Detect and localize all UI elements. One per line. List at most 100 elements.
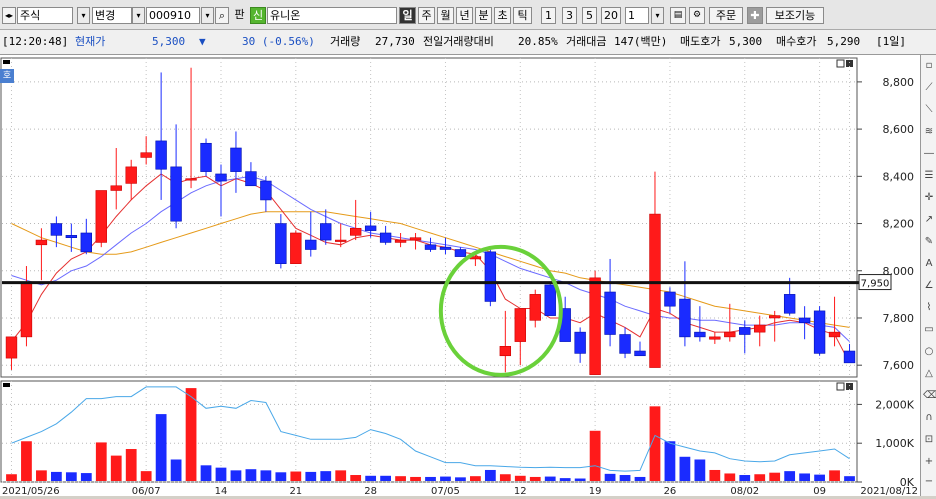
volume-bar [455,477,466,481]
volume-label: 거래량 [330,35,361,48]
chart-area[interactable]: 8,800 8,600 8,400 8,200 8,000 7,800 7,600 7,950… [0,55,920,497]
minus-tool-icon[interactable]: − [923,475,935,489]
candle-body [65,235,78,239]
price-tick-label: 7,800 [883,312,915,325]
interval-3-button[interactable]: 3 [562,7,577,24]
volume-bar [36,470,47,481]
ask-label: 매도호가 [680,35,721,48]
volume-bar [724,473,736,481]
change-arrow-icon: ▼ [199,35,206,48]
candle-body [185,178,197,181]
eraser-tool-icon[interactable]: ⌫ [923,389,936,403]
volume-bar [50,471,62,481]
candle-body [544,284,556,316]
lock-tool-icon[interactable]: ⊡ [923,433,935,447]
trend-tool-icon[interactable]: ⟍ [923,103,935,117]
period-tick-button[interactable]: 틱 [513,7,532,24]
period-month-button[interactable]: 월 [437,7,454,24]
settings-icon[interactable]: ⚙ [689,7,705,24]
maximize-icon [836,59,845,68]
candle-down [484,247,497,307]
price-tick-label: 8,400 [883,170,915,183]
interval-5-button[interactable]: 5 [582,7,597,24]
order-button[interactable]: 주문 [709,7,743,24]
candle-body [305,239,317,250]
chart-corner-tag[interactable]: 호 [0,69,14,83]
aux-function-button[interactable]: 보조기능 [766,7,824,24]
candle-body [649,213,661,368]
plus-tool-icon[interactable]: + [923,455,935,469]
candle-body [783,294,796,314]
magnet-tool-icon[interactable]: ∩ [923,411,935,425]
period-week-button[interactable]: 주 [418,7,435,24]
shin-badge[interactable]: 신 [250,7,266,24]
zigzag-tool-icon[interactable]: ⌇ [923,301,935,315]
date-tick-label: 12 [514,486,527,496]
volume-bar [140,471,152,481]
volume-bar [769,472,781,481]
hline-tool-icon[interactable]: ― [923,147,935,161]
stock-name-field[interactable]: 유니온 [267,7,397,24]
volume-bar [215,467,227,481]
interval-input[interactable]: 1 [625,7,649,24]
date-tick-label: 09 [813,486,826,496]
angle-tool-icon[interactable]: ∠ [923,279,935,293]
candle-body [843,350,856,364]
candle-body [110,185,122,191]
channel-tool-icon[interactable]: ≋ [923,125,935,139]
period-minute-button[interactable]: 분 [475,7,492,24]
save-icon[interactable]: ▤ [670,7,686,24]
candle-body [245,171,257,187]
line-tool-icon[interactable]: ⟋ [923,81,935,95]
search-icon[interactable]: ⌕ [215,7,229,24]
circle-tool-icon[interactable]: ○ [923,345,935,359]
date-tick-label: 21 [289,486,302,496]
interval-1-button[interactable]: 1 [541,7,556,24]
interval-dropdown-icon[interactable]: ▾ [651,7,664,24]
price-panel-frame [0,57,858,378]
market-type-select[interactable]: 주식 [17,7,73,24]
text-tool-icon[interactable]: A [923,257,935,271]
candle-body [95,190,107,243]
cross-tool-icon[interactable]: ✛ [923,191,935,205]
pan-label[interactable]: 판 [231,7,248,24]
volume-bar [110,455,122,481]
volume-bar [679,456,691,481]
period-second-button[interactable]: 초 [494,7,511,24]
candle-body [260,180,272,201]
market-dropdown-icon[interactable]: ▾ [77,7,90,24]
pen-tool-icon[interactable]: ✎ [923,235,935,249]
triangle-tool-icon[interactable]: △ [923,367,935,381]
period-tag: [1일] [876,35,906,48]
volume-bar [709,469,721,481]
candle-body [454,249,467,257]
candle-body [769,315,781,319]
code-dropdown-icon[interactable]: ▾ [201,7,214,24]
interval-20-button[interactable]: 20 [601,7,621,24]
chart-svg[interactable]: 8,8008,6008,4008,2008,0007,8007,6007,950… [0,55,920,497]
candle-body [394,239,407,243]
volume-bar [200,465,212,481]
period-day-button[interactable]: 일 [399,7,416,24]
volume-bar [260,470,272,481]
close-icon [846,383,853,390]
volume-value: 27,730 [375,35,415,48]
rect-tool-icon[interactable]: ▭ [923,323,935,337]
bid-value: 5,290 [827,35,861,48]
volume-bar [380,475,391,481]
current-price-value: 5,300 [152,35,186,48]
mode-select[interactable]: 변경 [92,7,132,24]
candle-body [694,331,706,338]
candle-body [709,336,721,340]
volume-bar [844,476,855,481]
market-toggle-icon[interactable]: ◂▸ [2,7,16,24]
side-tool-icon[interactable]: ▫ [923,59,935,73]
volume-bar [634,476,646,481]
fib-tool-icon[interactable]: ☰ [923,169,935,183]
period-year-button[interactable]: 년 [456,7,473,24]
volume-bar [829,470,840,481]
mode-dropdown-icon[interactable]: ▾ [132,7,145,24]
stock-code-input[interactable]: 000910 [146,7,200,24]
arrow-tool-icon[interactable]: ↗ [923,213,935,227]
plus-icon[interactable]: ✚ [747,7,763,24]
